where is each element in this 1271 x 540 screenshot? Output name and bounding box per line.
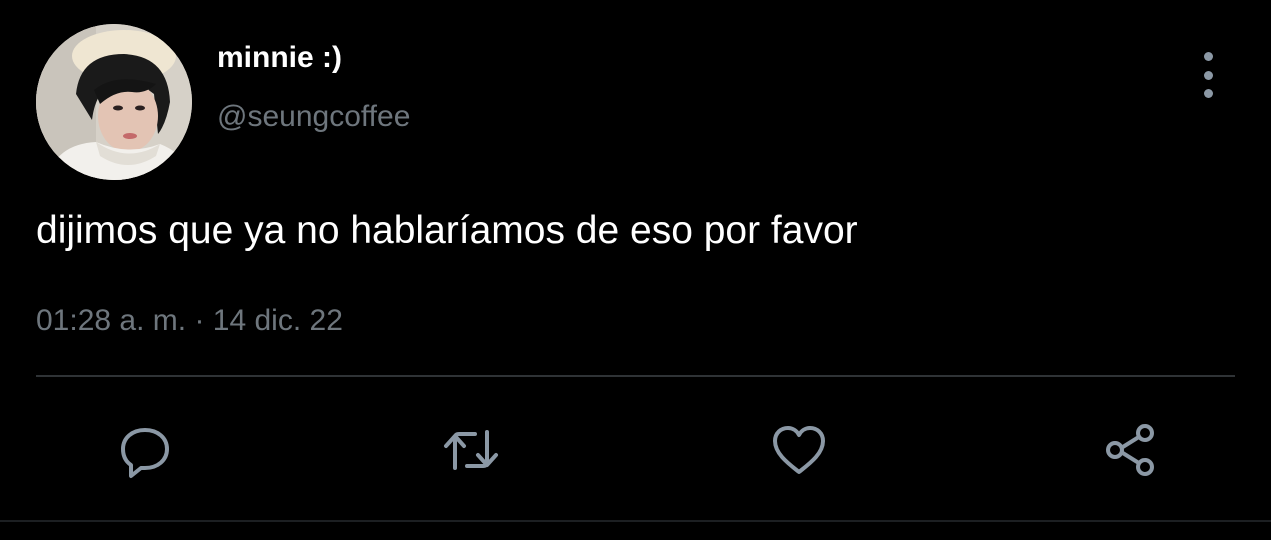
reply-button[interactable] (105, 410, 185, 490)
divider (36, 375, 1235, 377)
heart-icon (773, 426, 825, 474)
timestamp-separator: · (194, 304, 205, 337)
tweet-time: 01:28 a. m. (36, 304, 187, 337)
tweet-date: 14 dic. 22 (212, 304, 343, 337)
more-vertical-icon-dot (1203, 70, 1213, 80)
speech-bubble-icon (121, 428, 169, 478)
tweet-text: dijimos que ya no hablaríamos de eso por… (36, 209, 858, 252)
more-vertical-icon (1203, 52, 1213, 61)
like-button[interactable] (759, 410, 839, 490)
avatar[interactable] (36, 24, 192, 180)
share-nodes-icon (1106, 424, 1154, 476)
tweet-timestamp[interactable]: 01:28 a. m. · 14 dic. 22 (36, 301, 343, 341)
bottom-divider (0, 520, 1271, 522)
display-name[interactable]: minnie :) (217, 40, 342, 76)
retweet-arrows-icon (444, 430, 498, 470)
share-button[interactable] (1090, 410, 1170, 490)
retweet-button[interactable] (431, 410, 511, 490)
action-bar (0, 410, 1271, 490)
more-options-button[interactable] (1190, 52, 1226, 98)
more-vertical-icon-dot (1203, 89, 1213, 98)
user-handle[interactable]: @seungcoffee (217, 98, 410, 136)
tweet-container: minnie :) @seungcoffee dijimos que ya no… (0, 0, 1271, 540)
avatar-photo (36, 24, 192, 180)
